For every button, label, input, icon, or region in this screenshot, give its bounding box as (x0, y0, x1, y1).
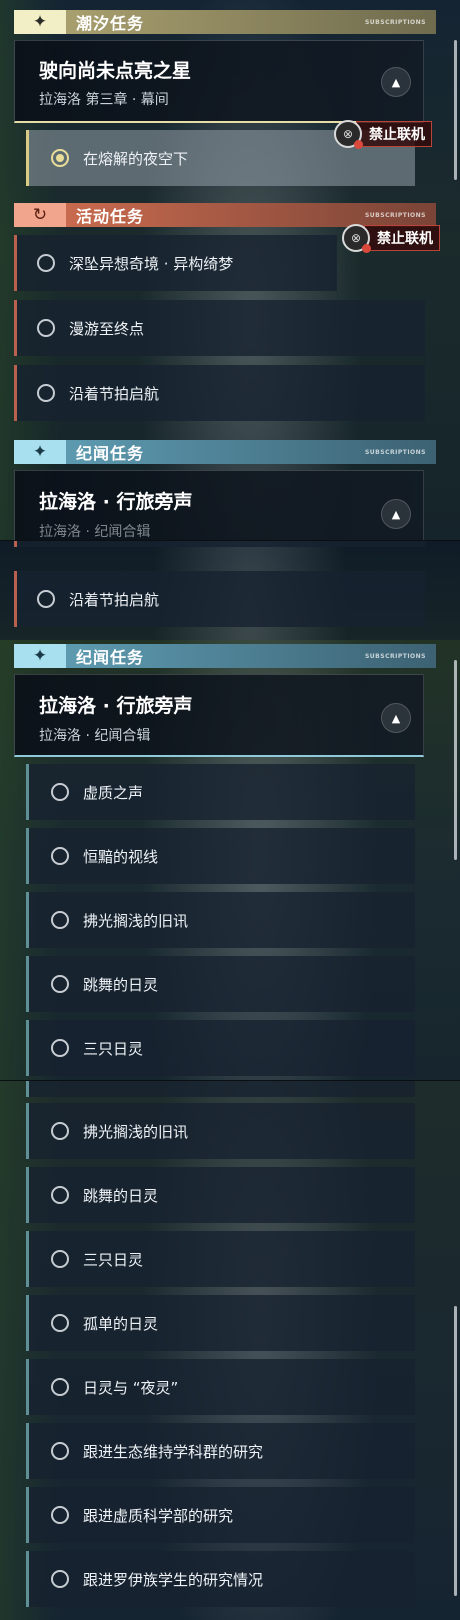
chronicle-quest-card[interactable]: 拉海洛 · 行旅旁声 拉海洛 · 纪闻合辑 ▲ (14, 674, 424, 757)
quest-item-label: 跟进罗伊族学生的研究情况 (83, 1570, 264, 1589)
radio-icon (51, 1506, 69, 1524)
selected-radio-icon (51, 149, 69, 167)
chronicle-quest-item[interactable]: 跳舞的日灵 (26, 956, 415, 1012)
quest-item-label: 在熔解的夜空下 (83, 149, 189, 168)
quest-item-label: 漫游至终点 (69, 319, 145, 338)
chronicle-quest-item[interactable]: 跟进虚质科学部的研究 (26, 1487, 415, 1543)
chronicle-quest-item[interactable]: 日灵与 “夜灵” (26, 1359, 415, 1415)
quest-item-label: 沿着节拍启航 (69, 384, 160, 403)
header-small-text: SUBSCRIPTIONS (364, 652, 426, 660)
radio-icon (51, 847, 69, 865)
quest-subtitle: 拉海洛 · 纪闻合辑 (39, 524, 151, 540)
chronicle-quest-item[interactable] (26, 1081, 415, 1097)
event-quest-item[interactable]: 漫游至终点 (14, 300, 425, 356)
quest-item-label: 深坠异想奇境 · 异构绮梦 (69, 254, 234, 273)
radio-icon (51, 1122, 69, 1140)
chronicle-quest-card[interactable]: 拉海洛 · 行旅旁声 拉海洛 · 纪闻合辑 ▲ (14, 470, 424, 540)
radio-icon (51, 975, 69, 993)
chevron-up-icon[interactable]: ▲ (381, 67, 411, 97)
no-multiplayer-icon: ⊗ (342, 224, 371, 253)
quest-title: 驶向尚未点亮之星 (39, 60, 192, 82)
section-title: 潮汐任务 (76, 14, 145, 33)
section-title: 活动任务 (76, 207, 145, 226)
chevron-up-icon[interactable]: ▲ (381, 499, 411, 529)
event-quest-item[interactable]: 深坠异想奇境 · 异构绮梦 (14, 235, 337, 291)
chronicle-quest-item[interactable]: 三只日灵 (26, 1020, 415, 1076)
event-quest-item[interactable]: 沿着节拍启航 (14, 571, 425, 627)
radio-icon (51, 1570, 69, 1588)
radio-icon (37, 319, 55, 337)
radio-icon (51, 1378, 69, 1396)
chronicle-quest-item[interactable]: 跳舞的日灵 (26, 1167, 415, 1223)
radio-icon (51, 1250, 69, 1268)
quest-item-label: 虚质之声 (83, 783, 144, 802)
quest-item-label: 三只日灵 (83, 1250, 144, 1269)
quest-item-label: 拂光搁浅的旧讯 (83, 1122, 189, 1141)
refresh-icon: ↻ (14, 203, 66, 227)
radio-icon (51, 1442, 69, 1460)
radio-icon (51, 783, 69, 801)
radio-icon (51, 1039, 69, 1057)
panel-4: 拂光搁浅的旧讯 跳舞的日灵 三只日灵 孤单的日灵 日灵与 “夜灵” 跟进生态维持… (0, 1081, 460, 1620)
online-disabled-badge: ⊗ 禁止联机 (334, 120, 432, 149)
chronicle-quest-item[interactable]: 跟进罗伊族学生的研究情况 (26, 1551, 415, 1607)
chronicle-quest-item[interactable]: 拂光搁浅的旧讯 (26, 892, 415, 948)
chronicle-quest-item[interactable]: 拂光搁浅的旧讯 (26, 1103, 415, 1159)
sparkle-icon: ✦ (14, 644, 66, 668)
radio-icon (51, 1314, 69, 1332)
online-disabled-badge: ⊗ 禁止联机 (342, 224, 440, 253)
chronicle-quest-item[interactable]: 恒黯的视线 (26, 828, 415, 884)
header-small-text: SUBSCRIPTIONS (364, 18, 426, 26)
chevron-up-icon[interactable]: ▲ (381, 703, 411, 733)
quest-subtitle: 拉海洛 第三章 · 幕间 (39, 92, 169, 108)
scrollbar[interactable] (454, 660, 457, 860)
scrollbar[interactable] (454, 1306, 457, 1596)
chronicle-quest-item[interactable]: 三只日灵 (26, 1231, 415, 1287)
no-multiplayer-icon: ⊗ (334, 120, 363, 149)
radio-icon (51, 1186, 69, 1204)
section-title: 纪闻任务 (76, 444, 145, 463)
online-disabled-label: 禁止联机 (364, 225, 440, 251)
chronicle-section-header: ✦ 纪闻任务 SUBSCRIPTIONS (14, 644, 436, 668)
radio-icon (51, 911, 69, 929)
chronicle-section-header: ✦ 纪闻任务 SUBSCRIPTIONS (14, 440, 436, 464)
panel-3: ✦ 纪闻任务 SUBSCRIPTIONS 拉海洛 · 行旅旁声 拉海洛 · 纪闻合… (0, 640, 460, 1080)
quest-title: 拉海洛 · 行旅旁声 (39, 491, 193, 513)
chronicle-quest-item[interactable]: 孤单的日灵 (26, 1295, 415, 1351)
quest-item-label: 恒黯的视线 (83, 847, 159, 866)
event-quest-item[interactable] (14, 541, 425, 547)
quest-item-label: 跳舞的日灵 (83, 975, 159, 994)
sparkle-icon: ✦ (14, 10, 66, 34)
scrollbar[interactable] (454, 40, 457, 180)
quest-subtitle: 拉海洛 · 纪闻合辑 (39, 728, 151, 744)
quest-item-label: 拂光搁浅的旧讯 (83, 911, 189, 930)
chronicle-quest-item[interactable]: 跟进生态维持学科群的研究 (26, 1423, 415, 1479)
header-small-text: SUBSCRIPTIONS (364, 211, 426, 219)
panel-2: 沿着节拍启航 (0, 541, 460, 640)
quest-title: 拉海洛 · 行旅旁声 (39, 695, 193, 717)
tide-quest-card[interactable]: 驶向尚未点亮之星 拉海洛 第三章 · 幕间 ▲ (14, 40, 424, 123)
quest-item-label: 孤单的日灵 (83, 1314, 159, 1333)
quest-item-label: 跟进虚质科学部的研究 (83, 1506, 234, 1525)
panel-1: ✦ 潮汐任务 SUBSCRIPTIONS 驶向尚未点亮之星 拉海洛 第三章 · 幕… (0, 0, 460, 540)
chronicle-quest-item[interactable]: 虚质之声 (26, 764, 415, 820)
quest-item-label: 日灵与 “夜灵” (83, 1378, 179, 1397)
online-disabled-label: 禁止联机 (356, 121, 432, 147)
quest-item-label: 三只日灵 (83, 1039, 144, 1058)
section-title: 纪闻任务 (76, 648, 145, 667)
quest-item-label: 跟进生态维持学科群的研究 (83, 1442, 264, 1461)
quest-item-label: 跳舞的日灵 (83, 1186, 159, 1205)
quest-item-label: 沿着节拍启航 (69, 590, 160, 609)
event-quest-item[interactable]: 沿着节拍启航 (14, 365, 425, 421)
header-small-text: SUBSCRIPTIONS (364, 448, 426, 456)
event-section-header: ↻ 活动任务 SUBSCRIPTIONS (14, 203, 436, 227)
sparkle-icon: ✦ (14, 440, 66, 464)
radio-icon (37, 384, 55, 402)
radio-icon (37, 254, 55, 272)
tide-section-header: ✦ 潮汐任务 SUBSCRIPTIONS (14, 10, 436, 34)
radio-icon (37, 590, 55, 608)
